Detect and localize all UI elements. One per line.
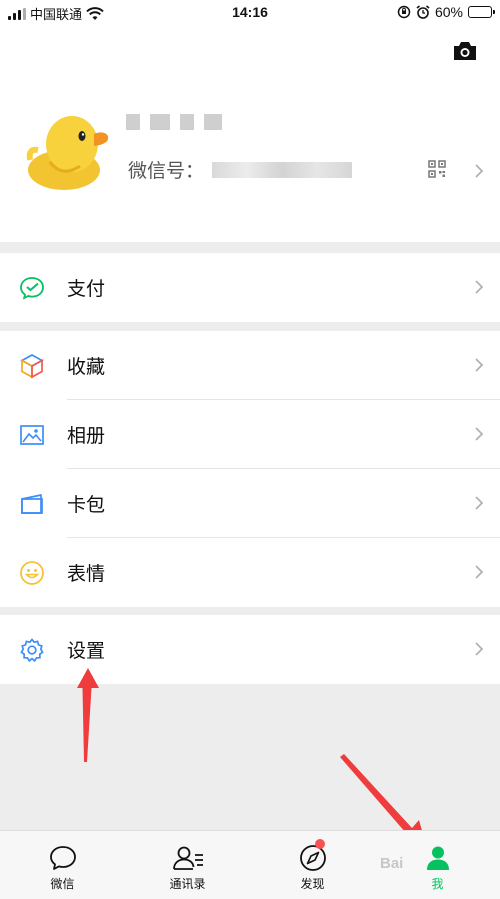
menu-item-album[interactable]: 相册 [0, 400, 500, 469]
profile-header[interactable]: 微信号： [0, 26, 500, 242]
battery-icon [468, 6, 495, 18]
smiley-face-icon [20, 561, 44, 585]
favorites-cube-icon [20, 354, 44, 379]
chevron-right-icon [475, 280, 484, 294]
chevron-right-icon [475, 565, 484, 579]
tab-bar: 微信 通讯录 发现 我 [0, 830, 500, 899]
menu-label-cards: 卡包 [67, 494, 106, 516]
contacts-icon [172, 846, 203, 870]
camera-icon[interactable] [452, 40, 478, 62]
person-icon [426, 846, 449, 870]
menu-label-favorites: 收藏 [67, 356, 106, 378]
tab-label-chats: 微信 [50, 877, 75, 891]
tools-group: 收藏 相册 卡包 表情 [0, 331, 500, 607]
pay-group: 支付 [0, 253, 500, 322]
tab-contacts[interactable]: 通讯录 [125, 831, 250, 899]
tab-chats[interactable]: 微信 [0, 831, 125, 899]
status-right: 60% [397, 4, 495, 20]
menu-item-stickers[interactable]: 表情 [0, 538, 500, 607]
watermark: Bai [380, 855, 404, 872]
wechat-id-blurred [212, 161, 353, 178]
menu-label-stickers: 表情 [67, 563, 106, 585]
orientation-lock-icon [397, 5, 411, 19]
battery-percent: 60% [434, 4, 463, 20]
wechat-id-row: 微信号： [128, 156, 353, 183]
menu-label-pay: 支付 [67, 278, 106, 300]
chevron-right-icon [475, 164, 484, 178]
wechat-id-label: 微信号： [128, 160, 205, 182]
menu-item-settings[interactable]: 设置 [0, 615, 500, 684]
settings-group: 设置 [0, 615, 500, 684]
chevron-right-icon [475, 496, 484, 510]
menu-item-favorites[interactable]: 收藏 [0, 331, 500, 400]
gear-icon [20, 638, 44, 663]
alarm-icon [416, 5, 430, 19]
menu-item-pay[interactable]: 支付 [0, 253, 500, 322]
chevron-right-icon [475, 427, 484, 441]
status-bar: 中国联通 14:16 60% [0, 0, 500, 26]
notification-dot [315, 839, 325, 849]
card-wallet-icon [21, 494, 43, 514]
tab-label-contacts: 通讯录 [169, 877, 206, 891]
qr-code-icon[interactable] [428, 160, 446, 178]
chat-bubble-icon [49, 846, 76, 870]
wechat-pay-icon [20, 277, 44, 300]
menu-label-settings: 设置 [67, 640, 106, 662]
menu-item-cards[interactable]: 卡包 [0, 469, 500, 538]
tab-label-me: 我 [431, 877, 444, 891]
tab-label-discover: 发现 [300, 877, 325, 891]
chevron-right-icon [475, 358, 484, 372]
nickname-blurred [126, 114, 222, 130]
avatar[interactable] [24, 108, 108, 192]
menu-label-album: 相册 [67, 425, 106, 447]
tab-discover[interactable]: 发现 [250, 831, 375, 899]
album-picture-icon [20, 425, 44, 445]
chevron-right-icon [475, 642, 484, 656]
